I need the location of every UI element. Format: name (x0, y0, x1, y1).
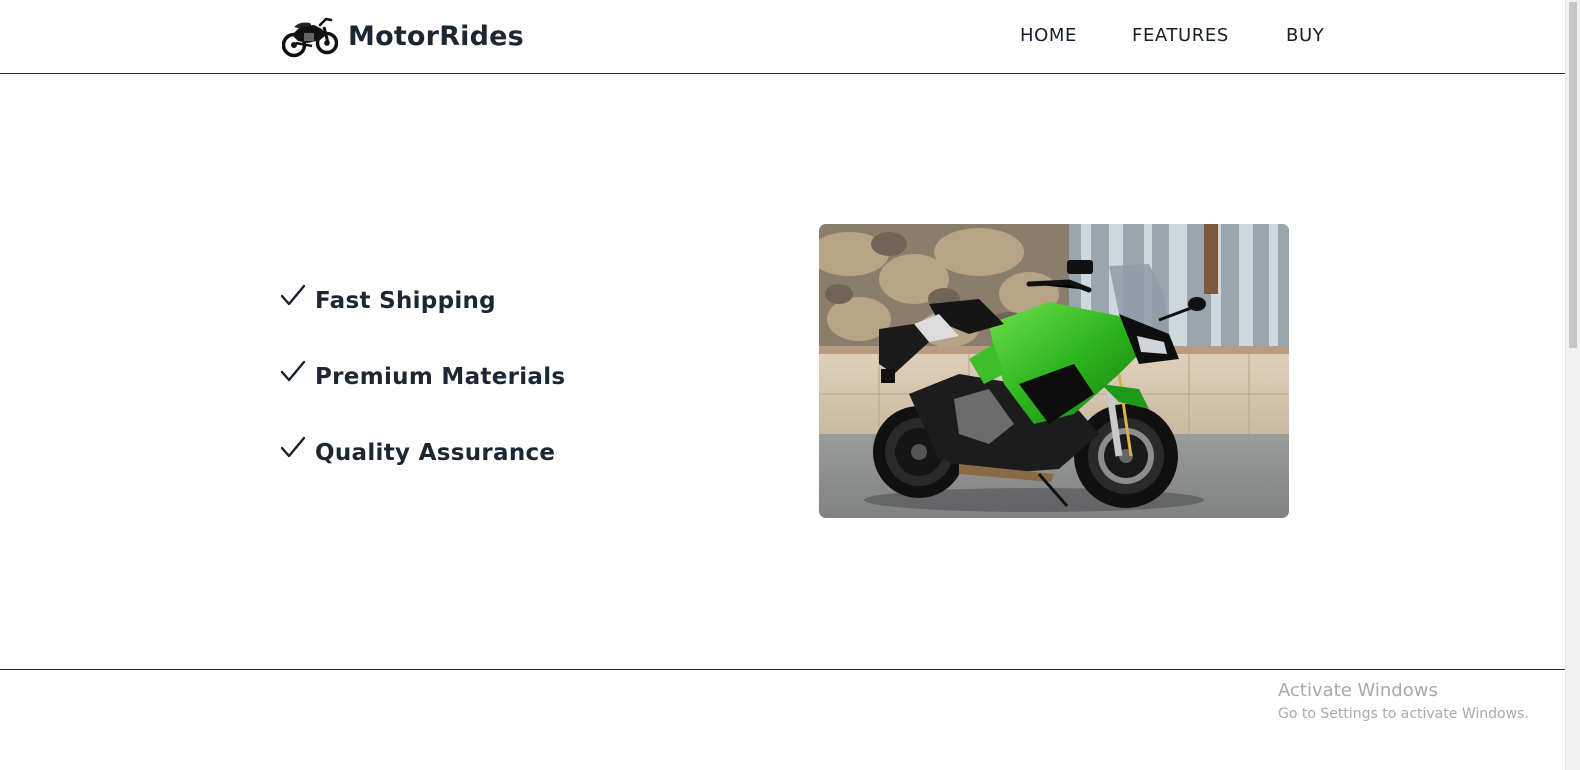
footer-divider (0, 669, 1565, 670)
checkmark-icon (280, 436, 306, 458)
feature-label: Fast Shipping (315, 288, 496, 314)
nav-home-link[interactable]: HOME (1020, 24, 1077, 48)
navbar: MotorRides HOME FEATURES BUY (0, 0, 1565, 74)
brand-name: MotorRides (348, 20, 524, 52)
brand-link[interactable]: MotorRides (282, 12, 524, 60)
scrollbar-thumb[interactable] (1569, 2, 1577, 348)
feature-label: Premium Materials (315, 364, 566, 390)
watermark-title: Activate Windows (1278, 680, 1438, 701)
checkmark-icon (280, 284, 306, 306)
feature-label: Quality Assurance (315, 440, 556, 466)
watermark-subtitle: Go to Settings to activate Windows. (1278, 706, 1529, 722)
activate-windows-watermark: Activate Windows Go to Settings to activ… (1278, 679, 1529, 724)
feature-item: Fast Shipping (280, 280, 565, 356)
nav-features-link[interactable]: FEATURES (1132, 24, 1229, 48)
motorcycle-photo (819, 224, 1289, 518)
nav-buy-link[interactable]: BUY (1286, 24, 1324, 48)
page-scrollbar[interactable] (1565, 0, 1580, 770)
motorcycle-icon (282, 17, 338, 58)
feature-item: Quality Assurance (280, 432, 565, 508)
feature-item: Premium Materials (280, 356, 565, 432)
checkmark-icon (280, 360, 306, 382)
features-list: Fast Shipping Premium Materials Quality … (280, 280, 565, 508)
